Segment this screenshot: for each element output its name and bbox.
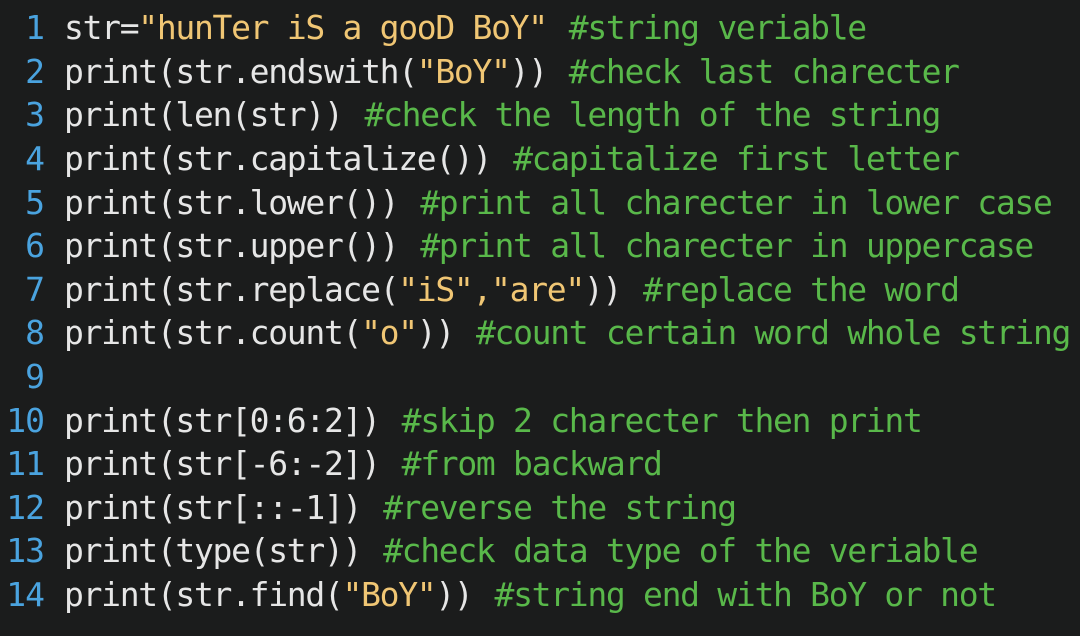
comment: #count certain word whole string: [475, 313, 1071, 353]
code-text: print(str.find("BoY")) #string end with B…: [64, 575, 998, 615]
string-literal: "hunTer iS a gooD BoY": [138, 8, 548, 48]
comment: #string end with BoY or not: [494, 575, 998, 615]
code-part: print(type(str)): [64, 531, 362, 571]
line-number: 1: [25, 8, 45, 48]
string-literal: "BoY": [416, 51, 511, 91]
line-number: 10: [6, 400, 45, 440]
code-part: print(str.replace(: [64, 269, 400, 309]
code-line[interactable]: 13 print(type(str)) #check data type of t…: [0, 529, 1080, 573]
code-line[interactable]: 3 print(len(str)) #check the length of th…: [0, 93, 1080, 137]
comment: #reverse the string: [383, 487, 737, 527]
code-line[interactable]: 14 print(str.find("BoY")) #string end wit…: [0, 573, 1080, 617]
code-text: print(str[-6:-2]) #from backward: [64, 444, 663, 484]
code-line[interactable]: 1 str="hunTer iS a gooD BoY" #string veri…: [0, 6, 1080, 50]
code-line[interactable]: 6 print(str.upper()) #print all charecter…: [0, 224, 1080, 268]
code-line[interactable]: 5 print(str.lower()) #print all charecter…: [0, 180, 1080, 224]
code-text: print(len(str)) #check the length of the …: [64, 95, 942, 135]
code-part: print(str.capitalize()): [64, 139, 492, 179]
line-number: 4: [25, 139, 45, 179]
code-text: print(str[::-1]) #reverse the string: [64, 487, 737, 527]
code-text: print(str.capitalize()) #capitalize first…: [64, 139, 960, 179]
comment: #capitalize first letter: [513, 139, 960, 179]
comment: #print all charecter in lower case: [420, 182, 1053, 222]
code-part: print(str.find(: [64, 575, 344, 615]
code-part: print(str[-6:-2]): [64, 444, 381, 484]
code-line[interactable]: 11 print(str[-6:-2]) #from backward: [0, 442, 1080, 486]
line-number: 8: [25, 313, 45, 353]
code-text: print(str.upper()) #print all charecter i…: [64, 226, 1034, 266]
comment: #check last charecter: [568, 51, 960, 91]
code-text: print(str.lower()) #print all charecter i…: [64, 182, 1053, 222]
line-number: 14: [6, 575, 45, 615]
line-number: 9: [25, 357, 45, 397]
code-text: str="hunTer iS a gooD BoY" #string veriab…: [64, 8, 867, 48]
code-part: print(str.endswith(: [64, 51, 418, 91]
comment: #from backward: [401, 444, 663, 484]
code-line[interactable]: 12 print(str[::-1]) #reverse the string: [0, 486, 1080, 530]
line-number: 3: [25, 95, 45, 135]
comment: #check the length of the string: [364, 95, 942, 135]
code-editor[interactable]: 1 str="hunTer iS a gooD BoY" #string veri…: [0, 0, 1080, 636]
code-line[interactable]: 2 print(str.endswith("BoY")) #check last …: [0, 50, 1080, 94]
comment: #string veriable: [568, 8, 867, 48]
code-part: )): [509, 51, 548, 91]
string-literal: "iS","are": [398, 269, 585, 309]
line-number: 6: [25, 226, 45, 266]
code-part: )): [416, 313, 455, 353]
code-part: )): [435, 575, 473, 615]
comment: #skip 2 charecter then print: [401, 400, 923, 440]
line-number: 12: [6, 487, 45, 527]
string-literal: "o": [361, 313, 418, 353]
line-number: 2: [25, 51, 45, 91]
line-number: 13: [6, 531, 45, 571]
code-part: print(str[0:6:2]): [64, 400, 381, 440]
code-text: print(str.replace("iS","are")) #replace t…: [64, 269, 960, 309]
code-part: print(str.lower()): [64, 182, 400, 222]
comment: #check data type of the veriable: [383, 531, 978, 571]
code-line[interactable]: 4 print(str.capitalize()) #capitalize fir…: [0, 137, 1080, 181]
code-part: print(str.upper()): [64, 226, 400, 266]
code-text: print(str[0:6:2]) #skip 2 charecter then …: [64, 400, 923, 440]
comment: #replace the word: [643, 269, 960, 309]
string-literal: "BoY": [342, 575, 437, 615]
code-line[interactable]: 9: [0, 355, 1080, 399]
code-line[interactable]: 8 print(str.count("o")) #count certain wo…: [0, 311, 1080, 355]
comment: #print all charecter in uppercase: [420, 226, 1034, 266]
code-part: )): [583, 269, 622, 309]
code-part: str=: [64, 8, 140, 48]
line-number: 7: [25, 269, 45, 309]
code-text: print(str.endswith("BoY")) #check last ch…: [64, 51, 960, 91]
code-line[interactable]: 10 print(str[0:6:2]) #skip 2 charecter th…: [0, 398, 1080, 442]
code-part: print(str[::-1]): [64, 487, 362, 527]
code-part: print(len(str)): [64, 95, 344, 135]
code-text: print(str.count("o")) #count certain word…: [64, 313, 1071, 353]
line-number: 11: [6, 444, 45, 484]
line-number: 5: [25, 182, 45, 222]
code-part: print(str.count(: [64, 313, 362, 353]
code-line[interactable]: 7 print(str.replace("iS","are")) #replace…: [0, 268, 1080, 312]
code-text: print(type(str)) #check data type of the …: [64, 531, 979, 571]
